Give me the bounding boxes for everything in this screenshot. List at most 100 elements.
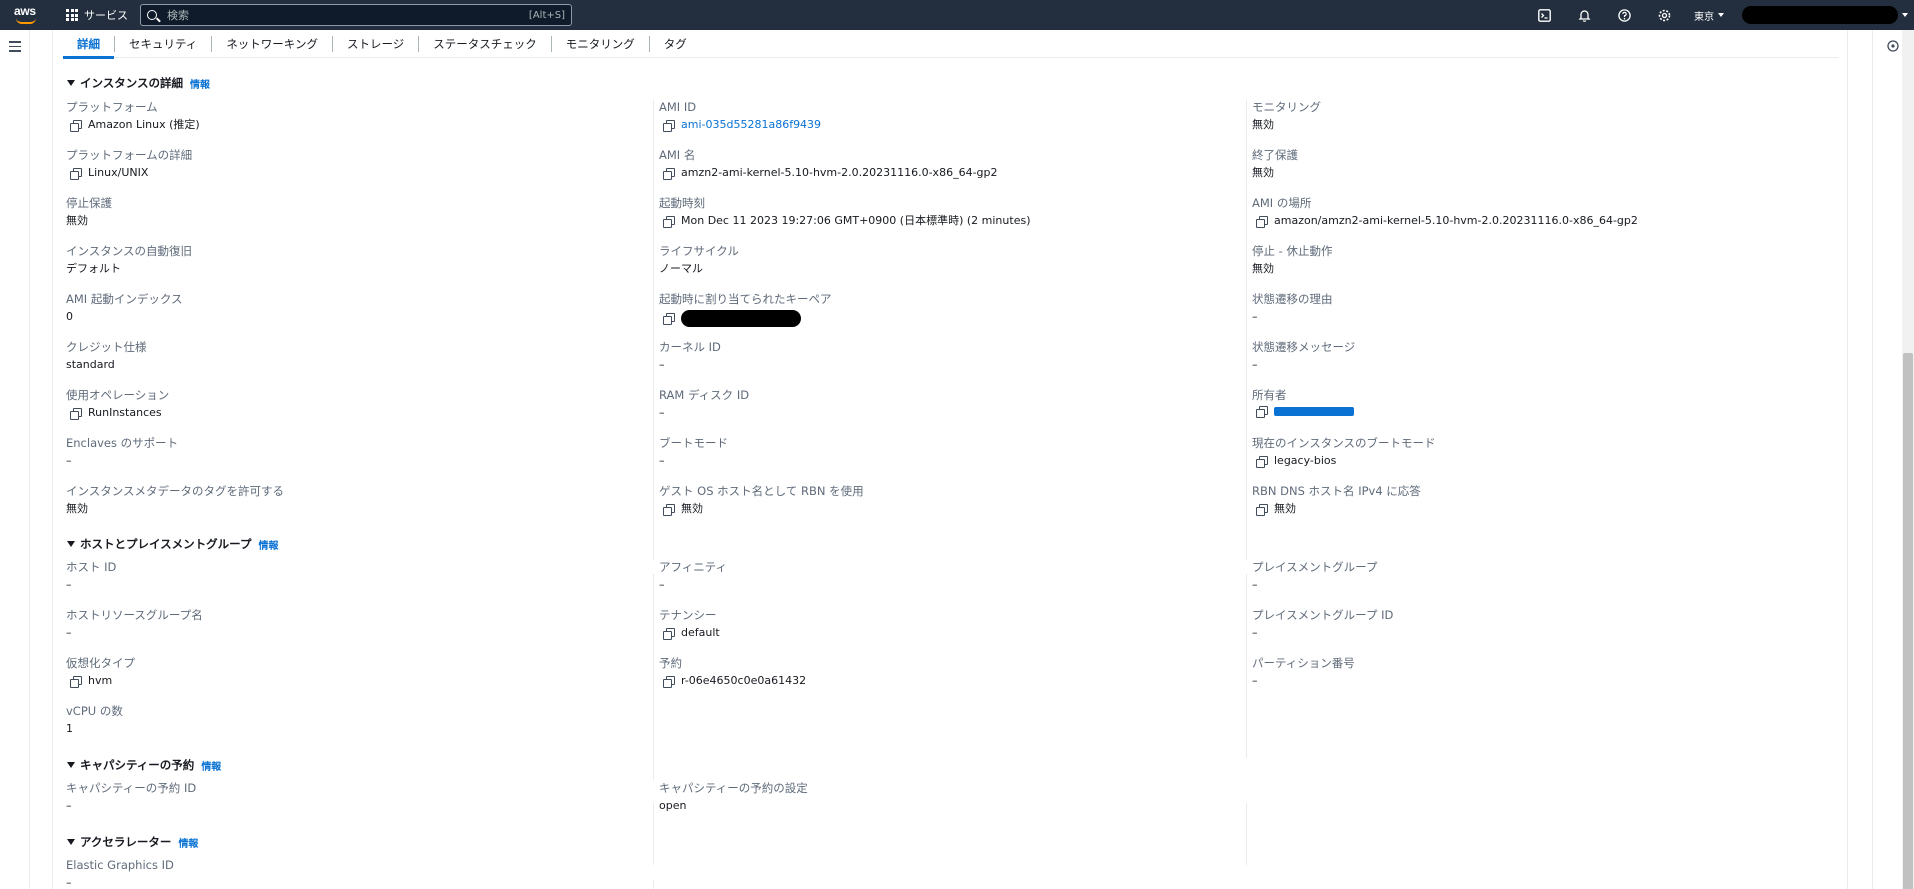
field-value: Mon Dec 11 2023 19:27:06 GMT+0900 (日本標準時… — [681, 214, 1031, 227]
tab-status-checks[interactable]: ステータスチェック — [419, 35, 552, 52]
section-title: インスタンスの詳細 — [80, 76, 184, 90]
copy-icon[interactable] — [663, 675, 675, 688]
copy-icon[interactable] — [663, 167, 675, 180]
tab-details[interactable]: 詳細 — [63, 35, 115, 59]
state-message-field: 状態遷移メッセージ – — [1252, 340, 1355, 372]
field-label: RAM ディスク ID — [659, 388, 750, 402]
guest-os-rbn-field: ゲスト OS ホスト名として RBN を使用 無効 — [659, 484, 864, 516]
info-link[interactable]: 情報 — [178, 835, 198, 850]
ram-disk-id-field: RAM ディスク ID – — [659, 388, 749, 420]
field-value: 1 — [66, 722, 73, 735]
region-label: 東京 — [1694, 11, 1714, 23]
owner-value-redacted — [1274, 407, 1354, 416]
termination-protection-field: 終了保護 無効 — [1252, 148, 1298, 180]
lifecycle-field: ライフサイクル ノーマル — [659, 244, 739, 276]
field-label: プレイスメントグループ ID — [1252, 608, 1394, 622]
field-value: – — [1252, 358, 1258, 371]
field-value: – — [66, 799, 72, 812]
menu-icon[interactable] — [9, 41, 21, 55]
info-link[interactable]: 情報 — [258, 537, 278, 552]
copy-icon[interactable] — [1256, 455, 1268, 468]
section-title: アクセラレーター — [80, 835, 172, 849]
field-label: ライフサイクル — [659, 244, 739, 258]
copy-icon[interactable] — [1256, 406, 1268, 418]
field-label: 状態遷移の理由 — [1252, 292, 1333, 306]
detail-tabs: 詳細 セキュリティ ネットワーキング ストレージ ステータスチェック モニタリン… — [63, 30, 1839, 59]
scrollbar[interactable] — [1902, 30, 1914, 889]
field-label: プレイスメントグループ — [1252, 560, 1378, 574]
copy-icon[interactable] — [663, 215, 675, 228]
info-link[interactable]: 情報 — [190, 76, 210, 91]
field-value: legacy-bios — [1274, 454, 1337, 467]
enclaves-field: Enclaves のサポート – — [66, 436, 178, 468]
host-placement-section-header[interactable]: ホストとプレイスメントグループ 情報 — [67, 536, 278, 552]
chevron-down-icon[interactable] — [1902, 13, 1908, 17]
search-icon — [147, 10, 157, 20]
tab-security[interactable]: セキュリティ — [115, 35, 213, 52]
field-label: プラットフォームの詳細 — [66, 148, 193, 162]
ami-id-link[interactable]: ami-035d55281a86f9439 — [681, 118, 821, 132]
copy-icon[interactable] — [1256, 215, 1268, 228]
services-menu-button[interactable]: サービス — [66, 0, 128, 30]
reservation-field: 予約 r-06e4650c0e0a61432 — [659, 656, 806, 688]
metadata-tags-field: インスタンスメタデータのタグを許可する 無効 — [66, 484, 284, 516]
section-title: ホストとプレイスメントグループ — [80, 537, 252, 551]
tab-storage[interactable]: ストレージ — [333, 35, 420, 52]
copy-icon[interactable] — [70, 167, 82, 180]
account-menu-redacted[interactable] — [1742, 6, 1898, 24]
aws-logo[interactable]: aws — [14, 4, 40, 26]
field-label: キャパシティーの予約の設定 — [659, 781, 808, 795]
field-label: Enclaves のサポート — [66, 436, 179, 450]
field-label: アフィニティ — [659, 560, 728, 574]
copy-icon[interactable] — [70, 407, 82, 420]
copy-icon[interactable] — [663, 503, 675, 516]
stop-hibernate-field: 停止 - 休止動作 無効 — [1252, 244, 1332, 276]
copy-icon[interactable] — [663, 313, 675, 325]
virtualization-field: 仮想化タイプ hvm — [66, 656, 135, 688]
copy-icon[interactable] — [1256, 503, 1268, 516]
platform-field: プラットフォーム Amazon Linux (推定) — [66, 100, 200, 132]
field-label: パーティション番号 — [1252, 656, 1355, 670]
field-value: Amazon Linux (推定) — [88, 118, 200, 131]
field-value: – — [659, 358, 665, 371]
stop-protection-field: 停止保護 無効 — [66, 196, 112, 228]
copy-icon[interactable] — [663, 627, 675, 640]
field-label: 現在のインスタンスのブートモード — [1252, 436, 1436, 450]
tab-tags[interactable]: タグ — [650, 36, 701, 52]
field-value: r-06e4650c0e0a61432 — [681, 674, 807, 687]
search-bar[interactable]: [Alt+S] — [140, 4, 572, 26]
tab-networking[interactable]: ネットワーキング — [212, 35, 333, 52]
field-label: ホスト ID — [66, 560, 117, 574]
capacity-section-header[interactable]: キャパシティーの予約 情報 — [67, 757, 221, 773]
cloudshell-icon[interactable] — [1534, 5, 1554, 25]
bell-icon[interactable] — [1574, 5, 1594, 25]
field-label: カーネル ID — [659, 340, 721, 354]
gear-icon[interactable] — [1654, 5, 1674, 25]
field-label: Elastic Graphics ID — [66, 858, 174, 872]
instance-details-section-header[interactable]: インスタンスの詳細 情報 — [67, 75, 210, 91]
help-icon[interactable] — [1614, 5, 1634, 25]
field-value: 無効 — [66, 214, 88, 227]
tab-monitoring[interactable]: モニタリング — [552, 35, 650, 52]
region-selector[interactable]: 東京 — [1694, 8, 1724, 23]
accelerator-section-header[interactable]: アクセラレーター 情報 — [67, 834, 198, 850]
field-label: 起動時に割り当てられたキーペア — [659, 292, 832, 306]
field-label: AMI 名 — [659, 148, 696, 162]
field-value: 無効 — [1252, 118, 1274, 131]
search-input[interactable] — [167, 8, 529, 22]
host-id-field: ホスト ID – — [66, 560, 116, 592]
copy-icon[interactable] — [663, 119, 675, 132]
scrollbar-thumb[interactable] — [1903, 353, 1913, 889]
info-link[interactable]: 情報 — [201, 758, 221, 773]
copy-icon[interactable] — [70, 119, 82, 132]
info-panel-icon[interactable] — [1887, 40, 1899, 52]
copy-icon[interactable] — [70, 675, 82, 688]
state-reason-field: 状態遷移の理由 – — [1252, 292, 1333, 324]
field-value: – — [1252, 674, 1258, 687]
usage-operation-field: 使用オペレーション RunInstances — [66, 388, 169, 420]
field-value: デフォルト — [66, 262, 121, 275]
kernel-id-field: カーネル ID – — [659, 340, 721, 372]
grid-icon — [66, 9, 78, 21]
field-value: amazon/amzn2-ami-kernel-5.10-hvm-2.0.202… — [1274, 214, 1638, 227]
field-value: RunInstances — [88, 406, 162, 419]
